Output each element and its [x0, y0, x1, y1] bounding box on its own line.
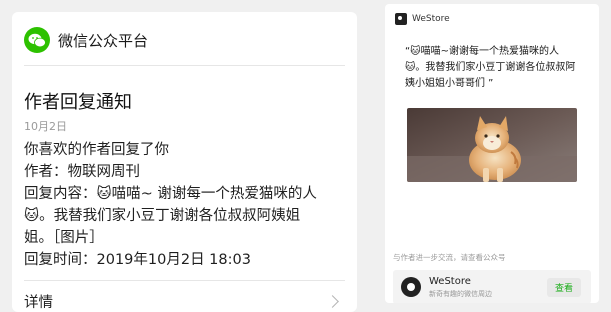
quote-line: 🐱。我替我们家小豆丁谢谢各位叔叔阿	[405, 62, 576, 73]
reply-text: 喵喵~ 谢谢每一个热爱猫咪的人	[111, 186, 317, 202]
notification-card: 微信公众平台 作者回复通知 10月2日 你喜欢的作者回复了你 作者：物联网周刊 …	[12, 12, 357, 312]
author-line: 作者：物联网周刊	[24, 164, 140, 180]
card-header: 微信公众平台	[24, 26, 148, 54]
quote-line: 姨小姐姐小哥哥们 ”	[405, 78, 494, 89]
view-button[interactable]: 查看	[546, 277, 581, 297]
cat-photo[interactable]	[407, 108, 577, 182]
promo-subtitle: 新奇有趣的微信周边	[429, 289, 492, 298]
wechat-logo-icon	[24, 27, 50, 53]
reply-prefix: 回复内容：	[24, 186, 97, 202]
intro-line: 你喜欢的作者回复了你	[24, 142, 169, 158]
store-name: WeStore	[412, 14, 450, 24]
promo-text: WeStore 新奇有趣的微信周边	[429, 276, 492, 299]
detail-label: 详情	[24, 294, 53, 311]
reply-line-3: 姐。［图片］	[24, 230, 104, 246]
store-header: WeStore	[395, 12, 450, 26]
detail-link[interactable]: 详情	[24, 290, 339, 312]
cat-emoji-icon: 🐱	[96, 186, 112, 202]
cat-emoji-icon: 🐱	[24, 208, 40, 224]
notification-body: 你喜欢的作者回复了你 作者：物联网周刊 回复内容：🐱喵喵~ 谢谢每一个热爱猫咪的…	[24, 139, 354, 271]
article-preview-card: WeStore “🐱喵喵~谢谢每一个热爱猫咪的人 🐱。我替我们家小豆丁谢谢各位叔…	[385, 4, 599, 303]
quote-line: “🐱喵喵~谢谢每一个热爱猫咪的人	[405, 46, 559, 57]
footer-hint: 与作者进一步交流，请查看公众号	[393, 253, 506, 262]
promo-name: WeStore	[429, 275, 471, 287]
platform-name: 微信公众平台	[58, 31, 149, 50]
reply-time: 回复时间：2019年10月2日 18:03	[24, 252, 251, 268]
divider	[24, 65, 345, 66]
reply-line: 回复内容：🐱喵喵~ 谢谢每一个热爱猫咪的人	[24, 183, 354, 205]
westore-logo-icon	[395, 13, 407, 25]
account-promo[interactable]: WeStore 新奇有趣的微信周边 查看	[393, 270, 591, 303]
notification-title: 作者回复通知	[24, 92, 132, 113]
notification-date: 10月2日	[24, 120, 67, 133]
divider	[24, 280, 345, 281]
westore-logo-icon	[401, 277, 421, 297]
reply-line-2: 🐱。我替我们家小豆丁谢谢各位叔叔阿姨姐	[24, 205, 354, 227]
quoted-reply: “🐱喵喵~谢谢每一个热爱猫咪的人 🐱。我替我们家小豆丁谢谢各位叔叔阿 姨小姐姐小…	[405, 44, 590, 92]
reply-text-2: 。我替我们家小豆丁谢谢各位叔叔阿姨姐	[39, 208, 301, 224]
chevron-right-icon	[326, 294, 339, 308]
